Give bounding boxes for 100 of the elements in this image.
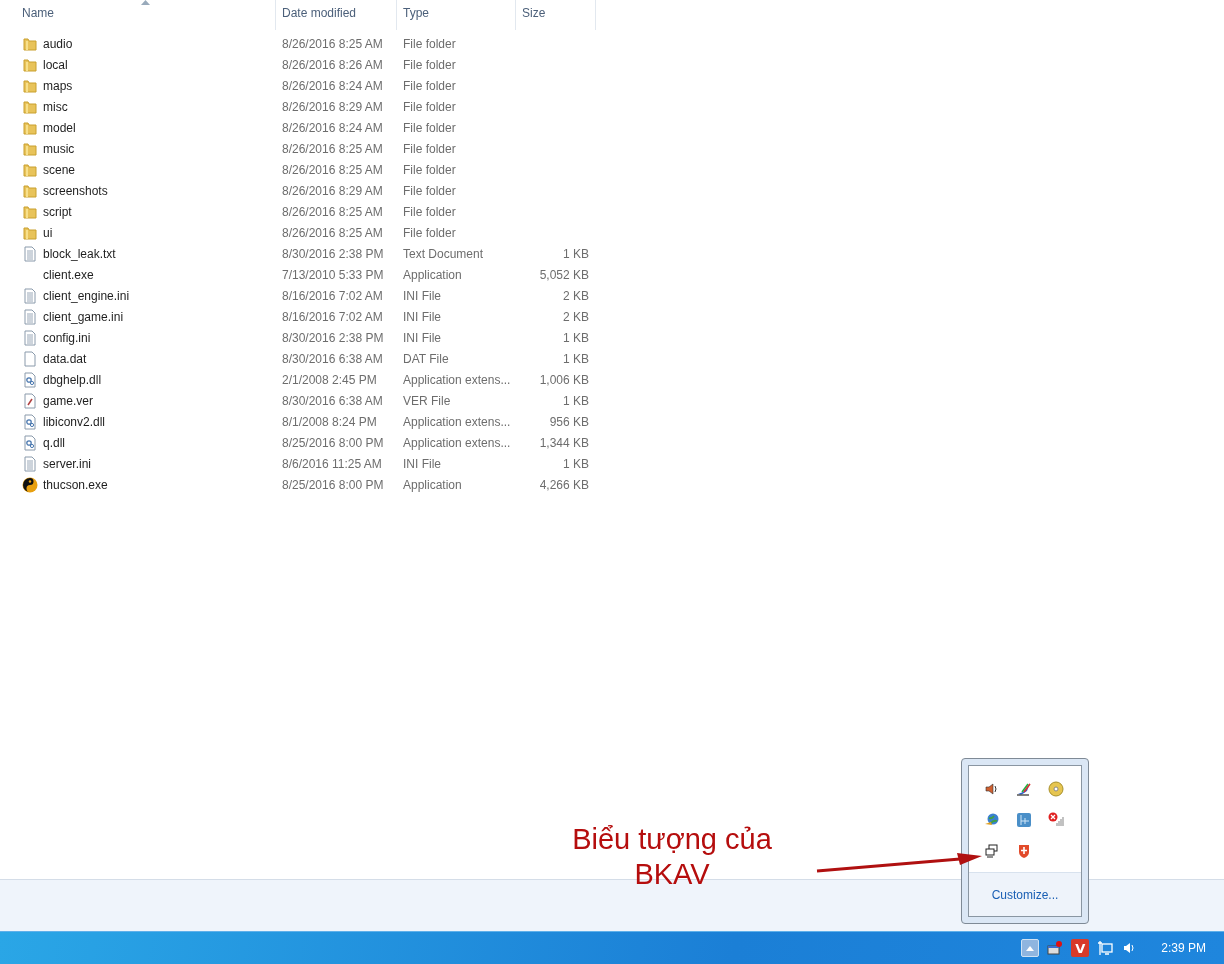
date-modified: 7/13/2010 5:33 PM — [281, 267, 385, 282]
file-size: 4,266 KB — [538, 477, 589, 492]
file-name[interactable]: screenshots — [43, 183, 108, 198]
column-header[interactable]: Size — [516, 0, 596, 30]
date-modified: 8/16/2016 7:02 AM — [281, 309, 384, 324]
file-name[interactable]: maps — [43, 78, 73, 93]
file-type: INI File — [402, 288, 442, 303]
date-modified: 8/16/2016 7:02 AM — [281, 288, 384, 303]
file-name[interactable]: client_engine.ini — [43, 288, 130, 303]
date-modified: 8/30/2016 6:38 AM — [281, 351, 384, 366]
date-modified: 8/26/2016 8:25 AM — [281, 225, 384, 240]
date-modified: 8/26/2016 8:25 AM — [281, 204, 384, 219]
file-name[interactable]: client_game.ini — [43, 309, 124, 324]
file-name[interactable]: audio — [43, 36, 73, 51]
date-modified: 8/26/2016 8:25 AM — [281, 141, 384, 156]
gear-file-icon — [22, 371, 38, 388]
date-modified: 2/1/2008 2:45 PM — [281, 372, 378, 387]
date-modified: 8/30/2016 6:38 AM — [281, 393, 384, 408]
annotation-text: BKAV — [633, 857, 711, 892]
date-modified: 8/26/2016 8:25 AM — [281, 162, 384, 177]
column-header[interactable]: Type — [397, 0, 516, 30]
network-computers-icon[interactable] — [984, 843, 1000, 859]
file-type: Application extens... — [402, 414, 512, 429]
globe-icon[interactable] — [984, 812, 1000, 828]
folder-icon — [22, 161, 38, 178]
signal-error-icon[interactable] — [1048, 812, 1064, 828]
file-type: DAT File — [402, 351, 450, 366]
file-name[interactable]: client.exe — [43, 267, 94, 282]
blank-file-icon — [22, 350, 38, 367]
file-name[interactable]: config.ini — [43, 330, 91, 345]
file-name[interactable]: local — [43, 57, 68, 72]
file-type: File folder — [402, 78, 457, 93]
file-size: 1 KB — [562, 393, 589, 408]
date-modified: 8/25/2016 8:00 PM — [281, 477, 385, 492]
file-name[interactable]: misc — [43, 99, 68, 114]
column-header[interactable]: Name — [0, 0, 276, 30]
file-name[interactable]: libiconv2.dll — [43, 414, 106, 429]
text-file-icon — [22, 329, 38, 346]
file-name[interactable]: model — [43, 120, 76, 135]
file-name[interactable]: ui — [43, 225, 53, 240]
paint-brush-icon[interactable] — [1016, 781, 1032, 797]
file-name[interactable]: script — [43, 204, 72, 219]
date-modified: 8/26/2016 8:29 AM — [281, 99, 384, 114]
file-name[interactable]: scene — [43, 162, 76, 177]
file-size: 1 KB — [562, 351, 589, 366]
date-modified: 8/26/2016 8:26 AM — [281, 57, 384, 72]
file-type: File folder — [402, 99, 457, 114]
folder-icon — [22, 77, 38, 94]
file-size: 1,006 KB — [538, 372, 589, 387]
file-type: File folder — [402, 162, 457, 177]
date-modified: 8/30/2016 2:38 PM — [281, 246, 385, 261]
file-type: Text Document — [402, 246, 485, 261]
file-type: File folder — [402, 183, 457, 198]
file-size: 1,344 KB — [538, 435, 589, 450]
annotation-text: Biểu tượng của — [571, 822, 773, 857]
file-name[interactable]: dbghelp.dll — [43, 372, 102, 387]
date-modified: 8/26/2016 8:25 AM — [281, 36, 384, 51]
show-hidden-icons-button[interactable] — [1021, 939, 1040, 957]
file-size: 1 KB — [562, 456, 589, 471]
clock[interactable]: 2:39 PM — [1161, 941, 1206, 955]
disc-icon[interactable] — [1048, 781, 1064, 797]
file-type: Application extens... — [402, 435, 512, 450]
folder-icon — [22, 182, 38, 199]
file-size: 1 KB — [562, 246, 589, 261]
window-grid-icon[interactable] — [1016, 812, 1032, 828]
file-name[interactable]: game.ver — [43, 393, 94, 408]
date-modified: 8/26/2016 8:24 AM — [281, 120, 384, 135]
date-modified: 8/1/2008 8:24 PM — [281, 414, 378, 429]
folder-pin-icon[interactable] — [1047, 940, 1064, 956]
file-name[interactable]: data.dat — [43, 351, 87, 366]
caret-up-icon — [1026, 945, 1035, 951]
file-name[interactable]: q.dll — [43, 435, 65, 450]
file-name[interactable]: music — [43, 141, 75, 156]
file-type: INI File — [402, 330, 442, 345]
column-header[interactable]: Date modified — [276, 0, 397, 30]
file-name[interactable]: thucson.exe — [43, 477, 108, 492]
text-file-icon — [22, 287, 38, 304]
text-file-icon — [22, 245, 38, 262]
file-type: File folder — [402, 204, 457, 219]
speaker-icon[interactable] — [984, 781, 1000, 797]
file-type: File folder — [402, 225, 457, 240]
file-type: File folder — [402, 57, 457, 72]
file-type: File folder — [402, 120, 457, 135]
file-size: 5,052 KB — [538, 267, 589, 282]
date-modified: 8/30/2016 2:38 PM — [281, 330, 385, 345]
antivirus-tray-icon[interactable]: V — [1071, 939, 1090, 957]
file-type: Application extens... — [402, 372, 512, 387]
file-type: File folder — [402, 141, 457, 156]
file-type: INI File — [402, 456, 442, 471]
file-size: 956 KB — [548, 414, 589, 429]
text-file-icon — [22, 455, 38, 472]
gear-file-icon — [22, 434, 38, 451]
network-icon[interactable] — [1097, 940, 1114, 956]
shield-icon[interactable] — [1016, 843, 1032, 859]
date-modified: 8/26/2016 8:29 AM — [281, 183, 384, 198]
folder-icon — [22, 56, 38, 73]
gear-file-icon — [22, 413, 38, 430]
folder-icon — [22, 224, 38, 241]
file-name[interactable]: server.ini — [43, 456, 92, 471]
file-name[interactable]: block_leak.txt — [43, 246, 116, 261]
